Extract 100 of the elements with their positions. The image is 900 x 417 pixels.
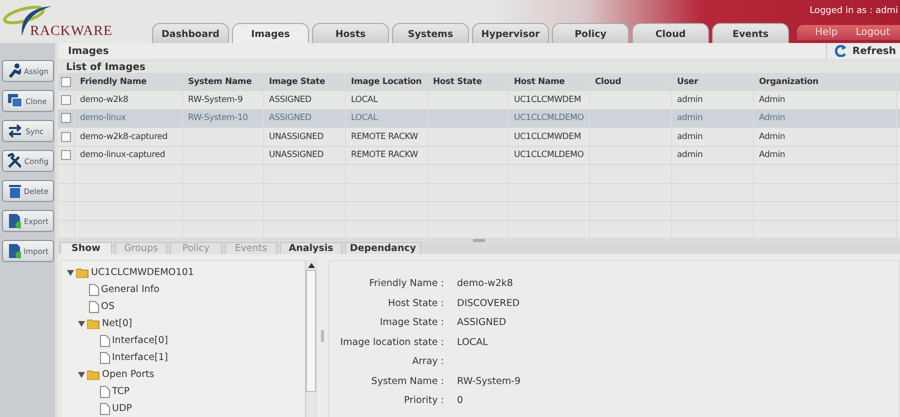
field-value: 0	[456, 395, 464, 406]
file-icon	[100, 334, 110, 346]
detail-tab[interactable]: Show	[60, 242, 112, 254]
field-label: System Name :	[370, 376, 445, 387]
file-icon	[89, 284, 99, 296]
checkbox[interactable]	[61, 132, 71, 142]
tools-icon	[6, 153, 22, 169]
tree-item[interactable]: UC1CLCMWDEMO101	[67, 264, 305, 281]
tree-item[interactable]: Net[0]	[67, 315, 305, 332]
detail-tab[interactable]: Analysis	[280, 242, 342, 254]
expanded-arrow-icon[interactable]	[78, 320, 85, 326]
table-cell: demo-linux	[75, 110, 183, 127]
column-header[interactable]: Cloud	[590, 73, 672, 90]
table-cell: REMOTE RACKW	[346, 128, 428, 146]
table-cell: REMOTE RACKW	[346, 146, 428, 164]
column-header[interactable]: System Name	[183, 73, 264, 90]
column-header[interactable]: Host State	[428, 73, 509, 90]
file-icon	[100, 402, 110, 414]
refresh-icon	[835, 45, 848, 57]
nav-tab[interactable]: Cloud	[632, 23, 709, 43]
table-cell: Admin	[754, 110, 897, 127]
file-icon	[100, 386, 110, 398]
file-icon	[89, 300, 99, 312]
field-label: Image State :	[378, 317, 445, 328]
tree-item[interactable]: UDP	[67, 400, 305, 417]
nav-tab[interactable]: Images	[232, 23, 309, 43]
table-cell: Admin	[754, 91, 897, 108]
table-cell: admin	[672, 110, 754, 127]
tree-item[interactable]: Interface[1]	[67, 349, 305, 366]
table-cell: LOCAL	[346, 110, 428, 127]
scroll-thumb[interactable]	[306, 270, 316, 392]
table-cell: admin	[672, 128, 754, 146]
field-label: Friendly Name :	[368, 278, 445, 290]
table-cell: admin	[672, 91, 754, 108]
list-title: List of Images	[58, 62, 900, 73]
splitter-handle[interactable]	[321, 330, 324, 342]
column-header[interactable]: Host Name	[509, 73, 590, 90]
table-cell: demo-linux-captured	[75, 146, 183, 164]
table-cell: ASSIGNED	[264, 110, 346, 127]
checkbox[interactable]	[61, 113, 71, 124]
table-cell: ASSIGNED	[264, 91, 346, 108]
field-value: demo-w2k8	[456, 278, 513, 290]
table-cell: RW-System-10	[183, 110, 264, 127]
field-label: Image location state :	[339, 336, 445, 348]
folder-icon	[87, 318, 100, 328]
checkbox[interactable]	[61, 76, 71, 86]
nav-tab[interactable]: Policy	[552, 23, 629, 43]
logo-text: RACKWARE	[30, 24, 113, 40]
tree-item[interactable]: Open Ports	[67, 366, 305, 383]
tree-item[interactable]: Interface[0]	[67, 332, 305, 349]
table-row[interactable]: demo-w2k8-captured UNASSIGNED REMOTE RACKW UC1CLCMWDEM admin Admin	[58, 128, 900, 146]
column-header[interactable]: Image State	[264, 73, 346, 90]
nav-tab[interactable]: Hosts	[312, 23, 389, 43]
trash-icon	[6, 183, 21, 199]
splitter-handle[interactable]	[473, 239, 485, 242]
tree-item[interactable]: OS	[67, 298, 305, 315]
table-cell: Admin	[754, 128, 897, 146]
tree-item[interactable]: General Info	[67, 281, 305, 298]
page-title: Images	[68, 46, 109, 56]
table-cell: UC1CLCMLDEMO	[509, 110, 590, 127]
nav-tab[interactable]: Dashboard	[152, 23, 229, 43]
table-cell: Admin	[754, 146, 897, 164]
field-label: Host State :	[386, 298, 445, 309]
detail-tab[interactable]: Dependancy	[345, 242, 421, 254]
column-header[interactable]: Friendly Name	[75, 73, 183, 90]
scroll-up-icon[interactable]	[308, 263, 314, 268]
nav-tab[interactable]: Events	[712, 23, 789, 43]
table-row[interactable]: demo-linux-captured UNASSIGNED REMOTE RACKW UC1CLCMLDEMO admin Admin	[58, 146, 900, 165]
field-value: ASSIGNED	[456, 317, 506, 328]
table-cell: admin	[672, 146, 754, 164]
table-cell: UC1CLCMWDEM	[509, 128, 590, 146]
tree-item[interactable]: TCP	[67, 383, 305, 400]
field-label: Array :	[411, 356, 445, 368]
column-header[interactable]: Organization	[754, 73, 897, 90]
field-value: RW-System-9	[456, 376, 521, 387]
running-figure-icon	[6, 63, 21, 79]
table-cell: UNASSIGNED	[264, 128, 346, 146]
table-cell: UNASSIGNED	[264, 146, 346, 164]
table-cell: demo-w2k8	[75, 91, 183, 108]
column-header[interactable]: User	[672, 73, 754, 90]
table-cell: UC1CLCMLDEMO	[509, 146, 590, 164]
column-header[interactable]: Image Location	[346, 73, 428, 90]
table-cell: UC1CLCMWDEM	[509, 91, 590, 108]
scrollbar[interactable]	[305, 261, 316, 417]
document-icon	[6, 243, 21, 259]
nav-tab[interactable]: Hypervisor	[472, 23, 549, 43]
table-cell: RW-System-9	[183, 91, 264, 108]
checkbox[interactable]	[61, 150, 71, 160]
file-icon	[100, 352, 110, 364]
document-icon	[6, 213, 21, 229]
field-label: Priority :	[402, 395, 445, 406]
field-value: LOCAL	[456, 336, 488, 348]
table-cell: LOCAL	[346, 91, 428, 108]
field-value: DISCOVERED	[456, 298, 520, 309]
folder-icon	[76, 268, 89, 278]
checkbox[interactable]	[61, 94, 71, 105]
nav-tab[interactable]: Systems	[392, 23, 469, 43]
expanded-arrow-icon[interactable]	[78, 372, 85, 378]
stacked-pages-icon	[6, 93, 22, 109]
expanded-arrow-icon[interactable]	[67, 270, 74, 276]
